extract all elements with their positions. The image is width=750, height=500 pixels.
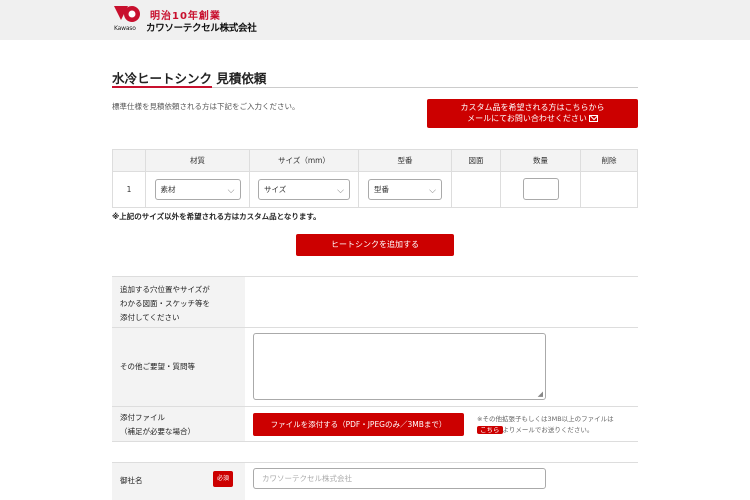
attachment-note-text2: よりメールでお送りください。	[502, 426, 594, 434]
mail-icon	[588, 115, 598, 122]
model-select[interactable]: 型番 ⌵	[368, 179, 442, 200]
col-header-drawing: 図面	[451, 149, 501, 172]
company-label-cell: 御社名 必須	[112, 463, 245, 500]
col-header-model: 型番	[358, 149, 452, 172]
quantity-input[interactable]	[522, 177, 559, 200]
drawing-label-line2: わかる図面・スケッチ等を	[120, 299, 210, 308]
heatsink-table: 材質 サイズ（mm） 型番 図面 数量 削除 1 素材 ⌵ サイズ ⌵ 型番 ⌵	[112, 149, 638, 208]
top-bar: Kawaso 明治10年創業 カワソーテクセル株式会社	[0, 0, 750, 40]
attachment-row: 添付ファイル （補足が必要な場合） ファイルを添付する（PDF・JPEGのみ／3…	[112, 406, 638, 442]
drawing-label-line1: 追加する穴位置やサイズが	[120, 285, 210, 294]
chevron-down-icon: ⌵	[429, 186, 436, 196]
add-heatsink-button[interactable]: ヒートシンクを追加する	[296, 234, 454, 256]
custom-inquiry-button[interactable]: カスタム品を希望される方はこちらから メールにてお問い合わせください	[427, 99, 638, 128]
col-header-delete: 削除	[580, 149, 638, 172]
company-name-input[interactable]: カワソーテクセル株式会社	[253, 468, 546, 489]
required-badge: 必須	[213, 471, 234, 487]
drawing-cell	[451, 171, 501, 208]
custom-size-note: ※上記のサイズ以外を希望される方はカスタム品となります。	[112, 212, 321, 221]
resize-handle-icon[interactable]: ◢	[538, 390, 543, 398]
size-select[interactable]: サイズ ⌵	[258, 179, 350, 200]
logo-small-text: Kawaso	[114, 25, 136, 32]
material-select-value: 素材	[160, 185, 176, 194]
drawing-content	[245, 277, 638, 327]
logo-company-name: カワソーテクセル株式会社	[146, 23, 257, 34]
attachment-label: 添付ファイル （補足が必要な場合）	[112, 407, 245, 441]
drawing-label: 追加する穴位置やサイズが わかる図面・スケッチ等を 添付してください	[112, 277, 245, 327]
other-request-textarea[interactable]: ◢	[253, 333, 546, 400]
row-number: 1	[112, 171, 146, 208]
other-request-row: その他ご要望・質問等 ◢	[112, 327, 638, 406]
company-label: 御社名	[120, 476, 143, 485]
intro-text: 標準仕様を見積依頼される方は下記をご入力ください。	[112, 102, 300, 111]
col-header-quantity: 数量	[500, 149, 581, 172]
attachment-label-line1: 添付ファイル	[120, 413, 165, 422]
size-select-value: サイズ	[264, 185, 287, 194]
attachment-label-line2: （補足が必要な場合）	[120, 427, 195, 436]
email-link[interactable]: こちら	[477, 426, 503, 434]
col-header-size: サイズ（mm）	[249, 149, 359, 172]
chevron-down-icon: ⌵	[227, 186, 235, 196]
other-request-label: その他ご要望・質問等	[112, 328, 245, 406]
delete-cell	[580, 171, 638, 208]
col-header-no	[112, 149, 146, 172]
page-title: 水冷ヒートシンク 見積依頼	[112, 71, 267, 86]
title-accent-line	[112, 86, 212, 88]
company-row: 御社名 必須 カワソーテクセル株式会社	[112, 462, 638, 500]
table-header-row: 材質 サイズ（mm） 型番 図面 数量 削除	[112, 149, 638, 172]
custom-button-line1: カスタム品を希望される方はこちらから	[460, 103, 605, 112]
material-select[interactable]: 素材 ⌵	[154, 179, 241, 200]
chevron-down-icon: ⌵	[337, 186, 344, 196]
custom-button-line2: メールにてお問い合わせください	[467, 114, 587, 123]
drawing-label-line3: 添付してください	[120, 313, 180, 322]
table-row: 1 素材 ⌵ サイズ ⌵ 型番 ⌵	[112, 171, 638, 208]
drawing-row: 追加する穴位置やサイズが わかる図面・スケッチ等を 添付してください	[112, 276, 638, 327]
attachment-note: ※その他拡張子もしくは3MB以上のファイルは こちら よりメールでお送りください。	[477, 414, 647, 436]
attach-file-button[interactable]: ファイルを添付する（PDF・JPEGのみ／3MBまで）	[253, 413, 464, 436]
attachment-note-text1: ※その他拡張子もしくは3MB以上のファイルは	[477, 415, 614, 423]
model-select-value: 型番	[374, 185, 389, 194]
col-header-material: 材質	[145, 149, 250, 172]
